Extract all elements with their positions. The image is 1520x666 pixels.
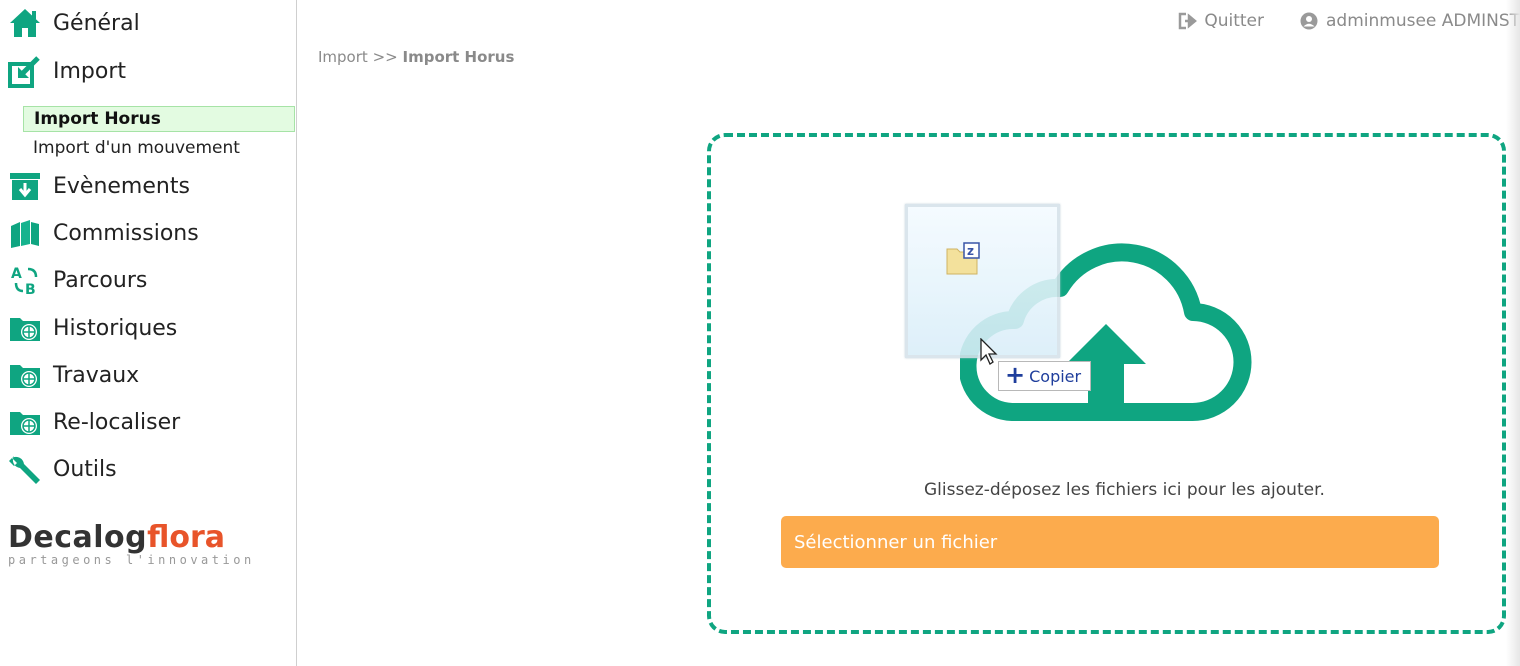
user-circle-icon: [1300, 12, 1318, 30]
mouse-cursor-icon: [980, 338, 998, 365]
sign-out-icon: [1179, 12, 1198, 30]
sidebar-subitem-import-mouvement[interactable]: Import d'un mouvement: [23, 135, 295, 161]
sidebar-item-commissions[interactable]: Commissions: [0, 213, 296, 253]
sidebar-item-label: Import: [53, 58, 127, 84]
svg-text:z: z: [967, 244, 974, 258]
sidebar-item-parcours[interactable]: A B Parcours: [0, 260, 296, 300]
ab-icon: A B: [11, 266, 38, 297]
decalog-flora-logo: Decalogflora partageons l'innovation: [8, 520, 255, 567]
dropzone-hint: Glissez-déposez les fichiers ici pour le…: [924, 480, 1325, 500]
sidebar-item-label: Re-localiser: [53, 409, 181, 435]
select-file-button[interactable]: Sélectionner un fichier: [781, 516, 1439, 568]
quit-label: Quitter: [1204, 11, 1264, 31]
folder-globe-icon: [10, 318, 40, 341]
folder-globe-icon: [10, 412, 40, 435]
breadcrumb: Import >> Import Horus: [318, 48, 514, 66]
svg-text:B: B: [25, 282, 36, 297]
folder-globe-icon: [10, 365, 40, 388]
sidebar-subitem-import-horus[interactable]: Import Horus: [23, 106, 295, 132]
sidebar-item-label: Travaux: [53, 362, 140, 388]
sidebar-item-label: Evènements: [53, 173, 190, 199]
sidebar-item-travaux[interactable]: Travaux: [0, 355, 296, 395]
dragged-file-preview: z: [905, 204, 1060, 358]
home-icon: [10, 9, 40, 37]
sidebar-item-evenements[interactable]: Evènements: [0, 166, 296, 206]
breadcrumb-current: Import Horus: [402, 48, 515, 66]
sidebar-item-label: Outils: [53, 456, 117, 482]
top-bar: Quitter adminmusee ADMINSTRA: [1178, 8, 1520, 34]
sidebar-subitem-label: Import Horus: [34, 109, 161, 129]
svg-text:A: A: [11, 266, 22, 282]
sidebar-item-general[interactable]: Général: [0, 3, 296, 43]
sidebar-item-label: Historiques: [53, 315, 178, 341]
sidebar-item-label: Général: [53, 10, 140, 36]
sidebar-item-label: Commissions: [53, 220, 199, 246]
drag-copy-tooltip: + Copier: [998, 361, 1091, 391]
sidebar: Général Import Import Horus Import d'un …: [0, 0, 297, 666]
select-file-label: Sélectionner un fichier: [794, 531, 998, 553]
zip-file-icon: z: [946, 242, 980, 275]
plus-icon: +: [1005, 361, 1026, 389]
drag-copy-label: Copier: [1029, 366, 1082, 386]
archive-download-icon: [10, 173, 40, 200]
user-menu[interactable]: adminmusee ADMINSTRA: [1300, 11, 1520, 31]
sidebar-item-historiques[interactable]: Historiques: [0, 308, 296, 348]
wrench-icon: [9, 456, 40, 484]
breadcrumb-separator: >>: [372, 48, 398, 66]
logo-tagline: partageons l'innovation: [8, 553, 255, 567]
import-icon: [8, 56, 40, 88]
user-label: adminmusee ADMINSTRA: [1326, 11, 1520, 31]
sidebar-item-relocaliser[interactable]: Re-localiser: [0, 402, 296, 442]
logo-brand-flora: flora: [147, 520, 226, 555]
sidebar-item-label: Parcours: [53, 267, 148, 293]
quit-link[interactable]: Quitter: [1178, 11, 1264, 31]
sidebar-subitem-label: Import d'un mouvement: [33, 138, 240, 158]
breadcrumb-parent[interactable]: Import: [318, 48, 368, 66]
logo-brand-decalog: Decalog: [8, 520, 148, 555]
window-edge-shadow: [1506, 0, 1520, 666]
sidebar-item-import[interactable]: Import: [0, 51, 296, 91]
books-icon: [11, 220, 39, 248]
sidebar-item-outils[interactable]: Outils: [0, 449, 296, 489]
